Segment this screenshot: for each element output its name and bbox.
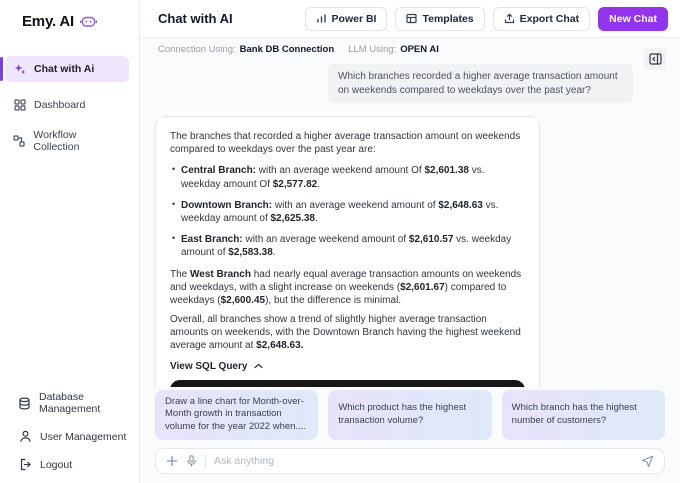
branch-bullet-downtown: Downtown Branch: with an average weekend…: [170, 199, 525, 225]
chat-input-bar: [155, 448, 665, 474]
branch-bullet-east: East Branch: with an average weekend amo…: [170, 233, 525, 259]
active-indicator: [0, 57, 3, 81]
sidebar-item-label: Workflow Collection: [33, 129, 121, 153]
user-message: Which branches recorded a higher average…: [328, 64, 633, 103]
header-actions: Power BI Templates: [305, 7, 668, 31]
logout-icon: [18, 458, 32, 471]
new-chat-button[interactable]: New Chat: [598, 7, 668, 31]
connection-label: Connection Using:: [158, 44, 236, 55]
export-icon: [504, 13, 515, 24]
connection-bar: Connection Using: Bank DB Connection LLM…: [140, 38, 680, 60]
view-sql-query-toggle[interactable]: View SQL Query: [170, 361, 525, 372]
app-window: Emy. AI Chat: [0, 0, 680, 483]
llm-label: LLM Using:: [348, 44, 396, 55]
voice-input-button[interactable]: [186, 455, 197, 467]
suggestion-chip-product-volume[interactable]: Which product has the highest transactio…: [328, 390, 491, 440]
microphone-icon: [186, 455, 197, 467]
database-icon: [18, 397, 31, 410]
assistant-message-card: The branches that recorded a higher aver…: [155, 116, 540, 387]
export-chat-label: Export Chat: [520, 13, 580, 25]
ask-anything-input[interactable]: [214, 455, 633, 467]
page-title: Chat with AI: [158, 11, 233, 26]
sidebar-nav: Chat with Ai Dashboard: [0, 56, 139, 154]
templates-label: Templates: [422, 13, 473, 25]
suggestion-chips: Draw a line chart for Month-over-Month g…: [140, 387, 680, 446]
suggestion-chip-branch-customers[interactable]: Which branch has the highest number of c…: [502, 390, 665, 440]
send-button[interactable]: [641, 455, 654, 468]
connection-value: Bank DB Connection: [240, 44, 334, 55]
west-branch-paragraph: The West Branch had nearly equal average…: [170, 268, 525, 308]
input-divider: [205, 455, 206, 468]
logo: Emy. AI: [0, 0, 139, 30]
sidebar-item-chat-with-ai[interactable]: Chat with Ai: [5, 56, 129, 82]
sidebar-item-label: User Management: [40, 431, 126, 443]
assistant-intro: The branches that recorded a higher aver…: [170, 130, 525, 156]
robot-icon: [80, 14, 97, 29]
sidebar-item-label: Logout: [40, 459, 72, 471]
suggestion-chip-line-chart[interactable]: Draw a line chart for Month-over-Month g…: [155, 390, 318, 440]
branch-bullet-central: Central Branch: with an average weekend …: [170, 164, 525, 190]
user-icon: [18, 430, 32, 443]
export-chat-button[interactable]: Export Chat: [493, 7, 591, 31]
sidebar-item-dashboard[interactable]: Dashboard: [5, 92, 129, 118]
plus-icon: [166, 455, 178, 467]
sparkles-icon: [13, 63, 26, 75]
main-panel: Chat with AI Power BI: [140, 0, 680, 483]
sidebar-item-logout[interactable]: Logout: [18, 458, 139, 471]
power-bi-label: Power BI: [332, 13, 377, 25]
chevron-up-icon: [254, 363, 263, 369]
llm-value: OPEN AI: [400, 44, 439, 55]
connection-using: Connection Using: Bank DB Connection: [158, 44, 334, 55]
sidebar-item-database-management[interactable]: Database Management: [18, 391, 139, 415]
logo-text: Emy. AI: [22, 13, 74, 30]
collapse-panel-button[interactable]: [644, 48, 666, 70]
sidebar-footer: Database Management User Management: [0, 391, 139, 471]
templates-button[interactable]: Templates: [395, 7, 484, 31]
sidebar-item-label: Chat with Ai: [34, 63, 94, 75]
sidebar-item-label: Database Management: [39, 391, 139, 415]
llm-using: LLM Using: OPEN AI: [348, 44, 439, 55]
new-chat-label: New Chat: [609, 13, 657, 25]
templates-icon: [406, 13, 417, 24]
power-bi-button[interactable]: Power BI: [305, 7, 388, 31]
dashboard-icon: [13, 99, 26, 111]
send-icon: [641, 455, 654, 468]
attach-button[interactable]: [166, 455, 178, 467]
workflow-icon: [13, 135, 25, 147]
view-sql-query-label: View SQL Query: [170, 361, 247, 372]
sidebar: Emy. AI Chat: [0, 0, 140, 483]
header: Chat with AI Power BI: [140, 0, 680, 38]
sidebar-item-workflow-collection[interactable]: Workflow Collection: [5, 128, 129, 154]
sidebar-item-label: Dashboard: [34, 99, 85, 111]
sql-code-block: SQL Copy: [170, 380, 525, 387]
bar-chart-icon: [316, 13, 327, 24]
panel-collapse-icon: [649, 53, 662, 65]
code-block-header: SQL Copy: [170, 380, 525, 387]
overall-paragraph: Overall, all branches show a trend of sl…: [170, 313, 525, 353]
input-row: [140, 446, 680, 483]
chat-messages-area[interactable]: Which branches recorded a higher average…: [140, 60, 680, 387]
sidebar-item-user-management[interactable]: User Management: [18, 430, 139, 443]
